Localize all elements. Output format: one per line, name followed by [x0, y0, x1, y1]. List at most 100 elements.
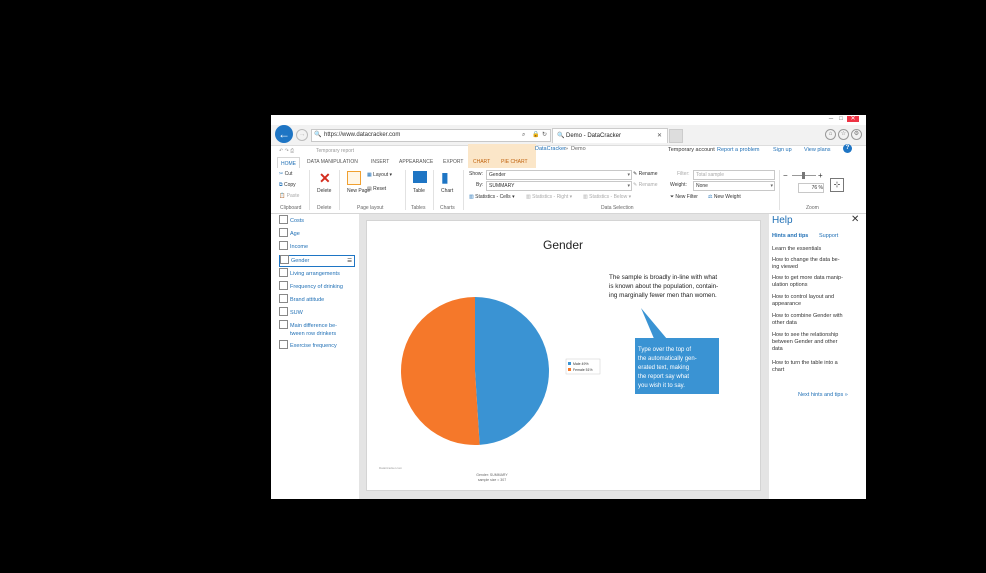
menu-icon[interactable]: ☰ — [347, 256, 352, 266]
layout-label: Layout — [373, 172, 389, 178]
help-item-link[interactable]: How to get more data manip-ulation optio… — [772, 275, 860, 289]
commentary-text[interactable]: The sample is broadly in-line with what i… — [609, 274, 718, 299]
back-button[interactable]: ← — [275, 125, 293, 143]
tab-close-icon[interactable]: ✕ — [657, 129, 662, 143]
help-item-link[interactable]: Learn the essentials — [772, 246, 860, 253]
help-item-link[interactable]: How to control layout and appearance — [772, 294, 860, 308]
tab-data-manipulation[interactable]: DATA MANIPULATION — [307, 156, 358, 168]
support-tab[interactable]: Support — [819, 233, 838, 239]
sign-up-link[interactable]: Sign up — [773, 145, 792, 155]
table-icon[interactable] — [413, 171, 427, 183]
chevron-down-icon: ▾ — [770, 183, 773, 189]
chart-button[interactable]: Chart — [441, 188, 453, 194]
browser-tab[interactable]: 🔍 Demo - DataCracker ✕ — [552, 128, 668, 143]
help-item-link[interactable]: How to combine Gender with other data — [772, 313, 860, 327]
report-problem-link[interactable]: Report a problem — [717, 145, 760, 155]
tab-appearance[interactable]: APPEARANCE — [399, 156, 433, 168]
tab-export[interactable]: EXPORT — [443, 156, 463, 168]
tables-group-label: Tables — [411, 205, 426, 211]
show-select[interactable]: Gender ▾ — [486, 170, 632, 180]
weight-select[interactable]: None ▾ — [693, 181, 775, 191]
sidebar-item-label: tween row drinkers — [290, 331, 337, 337]
address-bar[interactable]: 🔍 https://www.datacracker.com ⌕ 🔒 ↻ — [311, 129, 551, 142]
bar-chart-icon[interactable]: ▮ — [441, 169, 449, 186]
zoom-in-button[interactable]: + — [818, 171, 823, 180]
ribbon: ✂ Cut ⧉ Copy 📋 Paste Clipboard ✕ Delete … — [271, 168, 866, 214]
callout-line: the report say what — [638, 374, 689, 380]
view-plans-link[interactable]: View plans — [804, 145, 831, 155]
weight-icon: ⚖ — [708, 194, 713, 200]
forward-button[interactable]: → — [296, 129, 308, 141]
favorites-icon[interactable]: ☆ — [838, 129, 849, 140]
settings-gear-icon[interactable]: ⚙ — [851, 129, 862, 140]
sidebar-item[interactable]: SUW — [279, 307, 303, 318]
statistics-cells-button[interactable]: ▥ Statistics - Cells ▾ — [469, 194, 515, 200]
help-icon[interactable]: ? — [843, 144, 852, 153]
refresh-icon[interactable]: ↻ — [542, 130, 547, 141]
legend-label: Female 51% — [573, 368, 593, 372]
sidebar-item-label: Income — [290, 244, 309, 250]
data-selection-group-label: Data Selection — [601, 205, 634, 211]
sidebar-item[interactable]: Brand attitude — [279, 294, 324, 305]
chart-legend[interactable]: Male 49% Female 51% — [565, 358, 601, 375]
by-select[interactable]: SUMMARY ▾ — [486, 181, 632, 191]
scissors-icon: ✂ — [279, 171, 284, 177]
next-hints-link[interactable]: Next hints and tips » — [798, 392, 848, 398]
sidebar-item[interactable]: Main difference be-tween row drinkers — [279, 320, 337, 339]
new-weight-button[interactable]: ⚖ New Weight — [708, 194, 741, 200]
help-item-link[interactable]: How to change the data be-ing viewed — [772, 257, 860, 271]
close-icon[interactable]: ✕ — [847, 116, 859, 122]
sidebar-item[interactable]: Exercise frequency — [279, 340, 337, 351]
table-button[interactable]: Table — [413, 188, 425, 194]
tab-chart[interactable]: CHART — [473, 156, 490, 168]
pie-slice-female[interactable] — [400, 297, 480, 445]
delete-button[interactable]: Delete — [317, 188, 331, 194]
tab-insert[interactable]: INSERT — [371, 156, 389, 168]
pie-chart[interactable] — [400, 297, 549, 445]
sidebar-item[interactable]: Income — [279, 241, 309, 252]
rename-show-button[interactable]: ✎ Rename — [633, 171, 658, 177]
paste-button[interactable]: 📋 Paste — [279, 193, 299, 199]
url-text: https://www.datacracker.com — [324, 132, 401, 138]
sidebar-item[interactable]: Costs — [279, 215, 304, 226]
rename-by-button[interactable]: ✎ Rename — [633, 182, 658, 188]
breadcrumb-root[interactable]: DataCracker — [535, 144, 566, 154]
help-item-link[interactable]: How to see the relationship between Gende… — [772, 332, 860, 353]
sidebar-item[interactable]: Living arrangements — [279, 268, 340, 279]
cut-button[interactable]: ✂ Cut — [279, 171, 292, 177]
layout-icon: ▦ — [367, 172, 372, 178]
tab-pie-chart[interactable]: PIE CHART — [501, 156, 528, 168]
reset-button[interactable]: ▤ Reset — [367, 186, 386, 192]
quick-access-icons[interactable]: ↶ ↷ ⎙ — [279, 146, 294, 156]
layout-button[interactable]: ▦ Layout ▾ — [367, 172, 392, 178]
zoom-out-button[interactable]: − — [783, 171, 788, 180]
zoom-value-field[interactable]: 76 % — [798, 183, 824, 193]
statistics-below-button[interactable]: ▥ Statistics - Below ▾ — [583, 194, 631, 200]
ribbon-separator — [433, 170, 434, 210]
chart-title[interactable]: Gender — [543, 238, 583, 252]
filter-select[interactable]: Total sample — [693, 170, 775, 180]
new-page-icon[interactable] — [347, 171, 361, 185]
pie-slice-male[interactable] — [475, 297, 549, 445]
fit-page-icon[interactable]: ⊹ — [830, 178, 844, 192]
statistics-right-button[interactable]: ▥ Statistics - Right ▾ — [526, 194, 572, 200]
hints-tab[interactable]: Hints and tips — [772, 233, 808, 239]
new-filter-button[interactable]: ⏷ New Filter — [670, 194, 698, 200]
sidebar-item[interactable]: Age — [279, 228, 300, 239]
new-tab-button[interactable] — [669, 129, 683, 143]
by-label: By: — [476, 182, 484, 188]
help-item-link[interactable]: How to turn the table into a chart — [772, 360, 860, 374]
new-filter-label: New Filter — [675, 194, 698, 200]
sidebar-item[interactable]: Frequency of drinking — [279, 281, 343, 292]
copy-button[interactable]: ⧉ Copy — [279, 182, 296, 188]
zoom-slider-handle[interactable] — [802, 172, 805, 179]
delete-x-icon[interactable]: ✕ — [319, 170, 331, 187]
maximize-icon[interactable]: □ — [837, 116, 845, 122]
sidebar-item-label: Gender — [291, 258, 310, 264]
help-close-icon[interactable]: ✕ — [851, 214, 859, 225]
search-icon[interactable]: ⌕ — [522, 130, 525, 141]
minimize-icon[interactable]: ─ — [827, 116, 835, 122]
sidebar-item[interactable]: Gender ☰ — [279, 255, 355, 267]
home-icon[interactable]: ⌂ — [825, 129, 836, 140]
paste-icon: 📋 — [279, 193, 286, 199]
